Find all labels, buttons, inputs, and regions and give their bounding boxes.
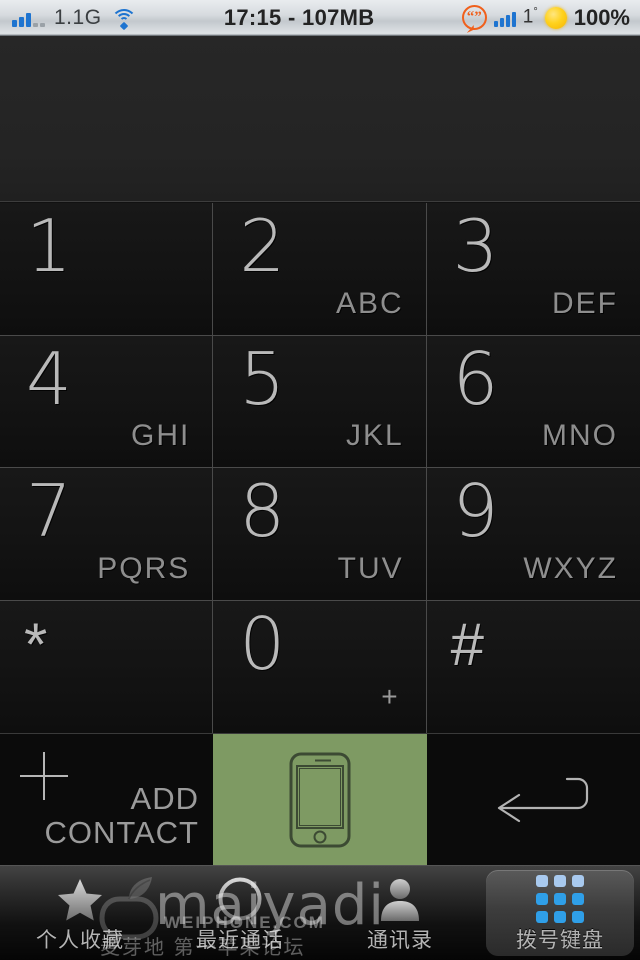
tab-keypad[interactable]: 拨号键盘 bbox=[480, 866, 640, 960]
add-contact-button[interactable]: ADD CONTACT bbox=[0, 734, 213, 865]
key-digit: 6 bbox=[452, 336, 499, 421]
key-letters: GHI bbox=[130, 419, 191, 452]
tab-recents[interactable]: 最近通话 bbox=[160, 866, 320, 960]
key-9[interactable]: 9 WXYZ bbox=[426, 468, 640, 601]
action-row: ADD CONTACT bbox=[0, 733, 640, 865]
key-letters: TUV bbox=[337, 551, 404, 585]
key-letters: WXYZ bbox=[523, 551, 618, 585]
key-letters: JKL bbox=[345, 419, 404, 452]
key-letters: MNO bbox=[541, 419, 618, 452]
backspace-button[interactable] bbox=[427, 734, 640, 865]
tab-contacts[interactable]: 通讯录 bbox=[320, 866, 480, 960]
key-8[interactable]: 8 TUV bbox=[213, 468, 427, 601]
key-digit: # bbox=[450, 610, 485, 678]
phone-outline-icon bbox=[289, 752, 351, 847]
sun-icon bbox=[544, 6, 567, 29]
key-2[interactable]: 2 ABC bbox=[213, 203, 427, 336]
key-digit: * bbox=[24, 610, 48, 678]
key-5[interactable]: 5 JKL bbox=[213, 335, 427, 468]
clock-icon bbox=[218, 877, 262, 921]
key-letters: DEF bbox=[551, 286, 618, 320]
status-bar-left: 1.1G bbox=[0, 6, 137, 30]
key-6[interactable]: 6 MNO bbox=[426, 335, 640, 468]
add-contact-label: ADD CONTACT bbox=[44, 780, 199, 851]
key-digit: 3 bbox=[452, 204, 499, 288]
person-icon bbox=[379, 877, 421, 921]
key-digit: 2 bbox=[239, 204, 286, 288]
key-digit: 8 bbox=[239, 469, 286, 553]
tab-favorites[interactable]: 个人收藏 bbox=[0, 866, 160, 960]
number-display[interactable] bbox=[0, 36, 640, 202]
signal-bars-icon bbox=[12, 9, 45, 27]
key-digit: 0 bbox=[239, 601, 286, 686]
wifi-icon bbox=[110, 8, 137, 30]
backspace-arrow-icon bbox=[497, 777, 588, 822]
carrier-label: 1.1G bbox=[54, 5, 102, 29]
key-7[interactable]: 7 PQRS bbox=[0, 468, 214, 601]
tab-label: 最近通话 bbox=[196, 928, 284, 952]
status-bar: 1.1G 17:15 - 107MB “” 1° 100% bbox=[0, 0, 640, 36]
key-digit: 4 bbox=[26, 336, 72, 421]
speech-bubble-icon: “” bbox=[461, 5, 487, 30]
key-hash[interactable]: # bbox=[426, 600, 640, 733]
key-digit: 9 bbox=[452, 469, 499, 553]
add-contact-line1: ADD bbox=[130, 780, 199, 816]
temperature-label: 1° bbox=[522, 6, 538, 28]
signal-bars-icon bbox=[493, 9, 516, 27]
keypad-grid-icon bbox=[536, 874, 584, 923]
add-contact-line2: CONTACT bbox=[44, 815, 199, 851]
status-bar-right: “” 1° 100% bbox=[461, 4, 640, 31]
key-digit: 7 bbox=[26, 469, 72, 553]
key-digit: 1 bbox=[26, 204, 72, 288]
tab-label: 通讯录 bbox=[367, 928, 433, 952]
key-4[interactable]: 4 GHI bbox=[0, 335, 214, 468]
key-plus-label: + bbox=[381, 681, 398, 712]
tab-label: 拨号键盘 bbox=[516, 928, 604, 952]
dialer-screen: 1.1G 17:15 - 107MB “” 1° 100% 1 2 ABC 3 … bbox=[0, 0, 640, 960]
star-icon bbox=[57, 877, 103, 921]
call-button[interactable] bbox=[213, 734, 427, 865]
tab-label: 个人收藏 bbox=[36, 928, 124, 952]
key-letters: ABC bbox=[335, 286, 404, 320]
key-3[interactable]: 3 DEF bbox=[426, 203, 640, 336]
key-digit: 5 bbox=[239, 336, 286, 421]
time-memory-label: 17:15 - 107MB bbox=[223, 4, 375, 30]
key-1[interactable]: 1 bbox=[0, 203, 214, 336]
key-star[interactable]: * bbox=[0, 600, 214, 733]
battery-label: 100% bbox=[573, 4, 630, 30]
keypad-grid: 1 2 ABC 3 DEF 4 GHI 5 JKL 6 MNO 7 PQRS 8 bbox=[0, 203, 640, 733]
key-0[interactable]: 0 + bbox=[213, 600, 427, 733]
status-bar-center: 17:15 - 107MB bbox=[137, 5, 462, 31]
tab-bar: 个人收藏 最近通话 通讯录 拨号键盘 bbox=[0, 865, 640, 960]
key-letters: PQRS bbox=[97, 551, 191, 585]
